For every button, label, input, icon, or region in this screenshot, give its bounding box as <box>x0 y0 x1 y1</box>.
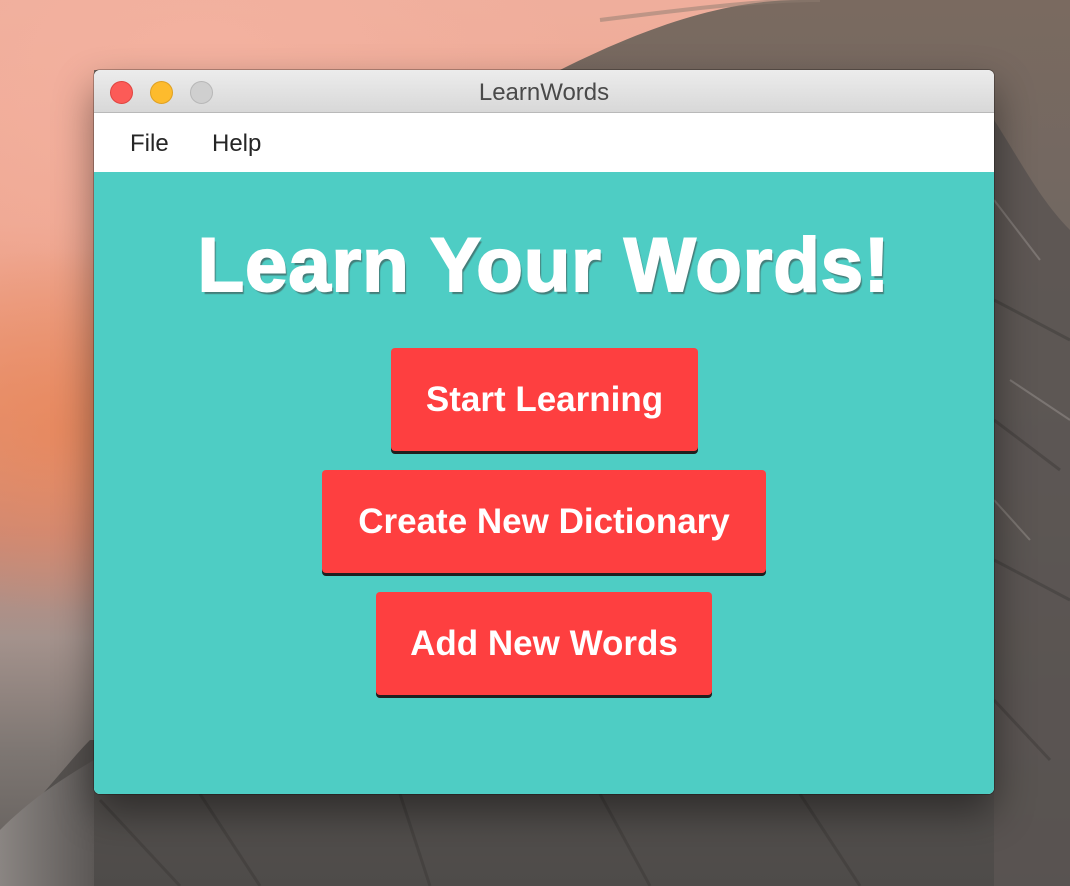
page-title: Learn Your Words! <box>197 222 891 309</box>
window-title: LearnWords <box>478 79 610 106</box>
create-dictionary-button[interactable]: Create New Dictionary <box>322 470 766 573</box>
desktop-background: LearnWords File Help Learn Your Words! S… <box>0 0 1070 886</box>
app-window: LearnWords File Help Learn Your Words! S… <box>94 70 994 794</box>
start-learning-button[interactable]: Start Learning <box>391 348 698 451</box>
title-bar[interactable]: LearnWords <box>94 70 994 113</box>
menu-file[interactable]: File <box>130 130 169 158</box>
main-content: Learn Your Words! Start Learning Create … <box>94 172 994 794</box>
add-words-button[interactable]: Add New Words <box>376 592 712 695</box>
menu-bar: File Help <box>94 113 994 172</box>
menu-help[interactable]: Help <box>212 130 261 158</box>
